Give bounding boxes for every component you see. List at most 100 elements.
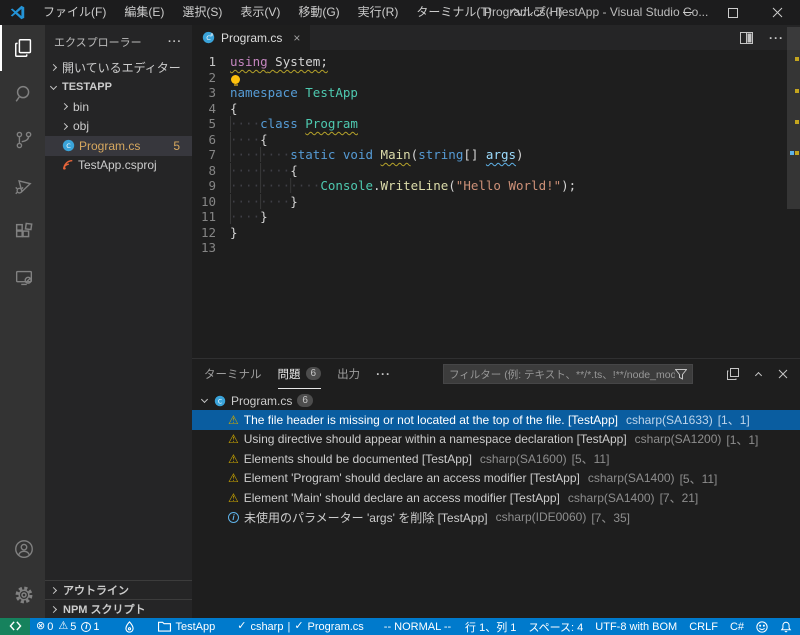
info-circle-icon: i	[81, 622, 91, 632]
problem-row-5[interactable]: i未使用のパラメーター 'args' を削除 [TestApp]csharp(I…	[192, 508, 800, 528]
code-line-4: 4{	[192, 101, 800, 117]
menu-item-0[interactable]: ファイル(F)	[34, 0, 115, 25]
code-line-8: 8········{	[192, 163, 800, 179]
activity-bar-bottom	[0, 526, 45, 618]
code-token: .	[373, 178, 381, 193]
code-line-9: 9············Console.WriteLine("Hello Wo…	[192, 178, 800, 194]
search-icon[interactable]	[0, 71, 45, 117]
line-number: 3	[192, 85, 230, 101]
maximize-button[interactable]	[710, 0, 755, 25]
settings-gear-icon[interactable]	[0, 572, 45, 618]
csharp-file-icon: C	[62, 139, 75, 152]
tree-item--[interactable]: 開いているエディター	[45, 58, 192, 78]
encoding-status[interactable]: UTF-8 with BOM	[589, 618, 683, 635]
tree-item-label: bin	[73, 100, 89, 114]
menu-item-2[interactable]: 選択(S)	[173, 0, 231, 25]
close-panel-icon[interactable]	[778, 369, 788, 379]
language-mode-status[interactable]: C#	[724, 618, 750, 635]
explorer-more-actions-icon[interactable]: ···	[168, 36, 182, 48]
account-icon[interactable]	[0, 526, 45, 572]
notifications-status[interactable]	[774, 618, 800, 635]
section-1[interactable]: NPM スクリプト	[45, 599, 192, 618]
panel-tab-2[interactable]: 出力	[337, 359, 360, 389]
extensions-icon[interactable]	[0, 209, 45, 255]
problem-row-0[interactable]: ⚠The file header is missing or not locat…	[192, 410, 800, 430]
source-control-icon[interactable]	[0, 117, 45, 163]
line-content: {	[230, 101, 238, 117]
run-and-debug-icon[interactable]	[0, 163, 45, 209]
panel-more-tabs-icon[interactable]: ···	[376, 367, 391, 381]
panel-tab-1[interactable]: 問題6	[278, 359, 322, 389]
editor-more-actions-icon[interactable]: ···	[769, 31, 784, 45]
line-number: 13	[192, 240, 230, 256]
indentation-status[interactable]: スペース: 4	[522, 618, 589, 635]
flame-status[interactable]	[119, 618, 140, 635]
project-status[interactable]: TestApp	[152, 618, 221, 635]
overview-warning-mark	[795, 57, 799, 61]
panel-tab-0[interactable]: ターミナル	[204, 359, 262, 389]
vim-mode-status[interactable]: -- NORMAL --	[378, 618, 457, 635]
open-in-editor-icon[interactable]	[727, 368, 739, 380]
menu-item-5[interactable]: 実行(R)	[349, 0, 408, 25]
code-token: namespace	[230, 85, 298, 100]
menu-item-4[interactable]: 移動(G)	[289, 0, 348, 25]
problem-row-2[interactable]: ⚠Elements should be documented [TestApp]…	[192, 449, 800, 469]
tree-item-testapp[interactable]: TESTAPP	[45, 78, 192, 98]
flame-icon	[125, 621, 134, 633]
warning-triangle-icon: ⚠	[228, 433, 239, 445]
problem-message: Element 'Main' should declare an access …	[244, 491, 560, 505]
section-0[interactable]: アウトライン	[45, 580, 192, 599]
indent-whitespace: ····	[230, 132, 260, 147]
problem-source: csharp(SA1400)	[568, 491, 655, 505]
code-token: {	[290, 163, 298, 178]
indent-whitespace: ········	[230, 147, 290, 162]
group-count-badge: 6	[297, 394, 313, 407]
code-token: string	[418, 147, 463, 162]
cursor-position-status[interactable]: 行 1、列 1	[459, 618, 522, 635]
remote-indicator[interactable]	[0, 618, 30, 635]
vscode-logo-icon	[9, 4, 26, 21]
eol-status[interactable]: CRLF	[683, 618, 724, 635]
tree-item-bin[interactable]: bin	[45, 97, 192, 117]
problems-status[interactable]: ⊗ 0 ⚠ 5 i 1	[30, 618, 105, 635]
tree-item-obj[interactable]: obj	[45, 117, 192, 137]
close-button[interactable]	[755, 0, 800, 25]
menu-item-1[interactable]: 編集(E)	[115, 0, 173, 25]
line-number: 7	[192, 147, 230, 163]
problems-file-group[interactable]: C Program.cs 6	[192, 391, 800, 410]
tree-item-testapp-csproj[interactable]: TestApp.csproj	[45, 156, 192, 176]
lightbulb-icon[interactable]	[231, 75, 240, 84]
editor-scrollbar[interactable]	[787, 27, 800, 209]
line-number: 2	[192, 70, 230, 86]
indent-whitespace: ····	[230, 209, 260, 224]
problem-row-3[interactable]: ⚠Element 'Program' should declare an acc…	[192, 469, 800, 489]
problem-row-1[interactable]: ⚠Using directive should appear within a …	[192, 430, 800, 450]
overview-warning-mark	[795, 89, 799, 93]
problem-source: csharp(SA1200)	[635, 432, 722, 446]
tab-label: Program.cs	[221, 31, 282, 45]
chevron-right-icon	[50, 64, 57, 71]
tab-program-cs[interactable]: C # Program.cs ×	[192, 25, 310, 50]
indent-whitespace: ····	[230, 116, 260, 131]
menu-item-3[interactable]: 表示(V)	[231, 0, 289, 25]
tree-item-program-cs[interactable]: CProgram.cs5	[45, 136, 192, 156]
feedback-status[interactable]	[750, 618, 774, 635]
problems-filter-input[interactable]: フィルター (例: テキスト、**/*.ts、!**/node_modules/…	[443, 364, 693, 384]
maximize-panel-icon[interactable]	[755, 372, 762, 379]
split-editor-icon[interactable]	[740, 32, 753, 44]
tree-item-label: TestApp.csproj	[78, 158, 157, 172]
code-token	[335, 147, 343, 162]
problem-message: 未使用のパラメーター 'args' を削除 [TestApp]	[244, 509, 488, 526]
remote-explorer-icon[interactable]	[0, 255, 45, 301]
problem-row-4[interactable]: ⚠Element 'Main' should declare an access…	[192, 488, 800, 508]
code-token: TestApp	[305, 85, 358, 100]
remote-icon	[9, 621, 22, 632]
tab-close-icon[interactable]: ×	[293, 31, 300, 45]
omnisharp-status[interactable]: ✓ csharp | ✓ Program.cs	[231, 618, 370, 635]
explorer-icon[interactable]	[0, 25, 45, 71]
code-token: {	[230, 101, 238, 116]
line-number: 5	[192, 116, 230, 132]
line-number: 4	[192, 101, 230, 117]
problems-list: C Program.cs 6 ⚠The file header is missi…	[192, 389, 800, 527]
minimize-button[interactable]	[665, 0, 710, 25]
